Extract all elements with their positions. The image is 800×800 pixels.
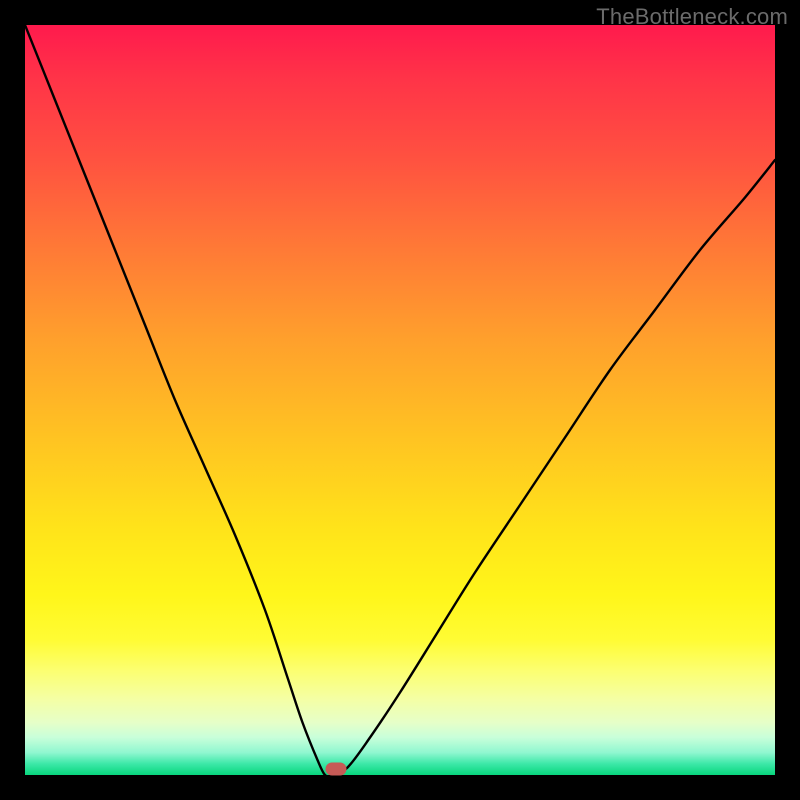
watermark-text: TheBottleneck.com	[596, 4, 788, 30]
minimum-marker	[326, 763, 347, 776]
bottleneck-curve	[25, 25, 775, 775]
curve-layer	[25, 25, 775, 775]
chart-area	[25, 25, 775, 775]
